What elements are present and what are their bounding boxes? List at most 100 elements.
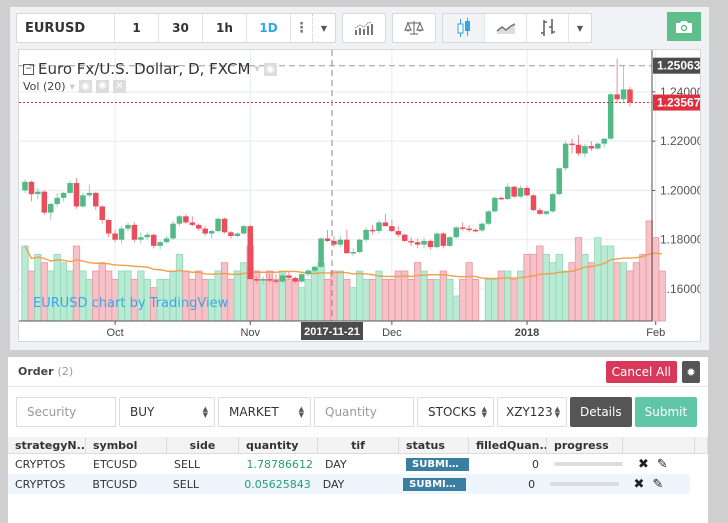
volume-bar [529,253,538,322]
candle-down [189,222,196,225]
volume-bar [510,278,518,322]
cancel-order-x-icon[interactable]: ✖ [634,477,645,492]
volume-bar [542,253,550,322]
volume-bar [413,262,422,322]
candle-up [311,266,318,271]
candle-down [614,94,620,100]
volume-bar [562,270,570,322]
volume-bar [465,262,473,322]
candle-up [485,211,492,224]
cancel-all-button[interactable]: Cancel All [605,361,677,383]
crosshair-date-label: 2017-11-21 [304,326,360,338]
security-input[interactable]: Security [16,397,116,427]
compare-button[interactable] [393,14,435,42]
indicators-button[interactable] [343,14,385,42]
edit-pencil-icon[interactable]: ✎ [652,477,663,492]
high-price-label: 1.25063 [657,59,700,73]
cell-strategy: CRYPTOS [15,477,66,491]
select-arrows-icon: ▲ ▼ [202,405,208,419]
candle-up [260,279,266,281]
candle-up [176,216,183,224]
collapse-legend-icon[interactable]: − [23,63,34,75]
bars-icon [540,19,555,36]
table-row[interactable]: CRYPTOS BTCUSD SELL 0.05625843 DAY SUBMI… [8,474,690,494]
candle-down [286,275,292,278]
candle-up [47,203,54,213]
candle-up [208,231,215,234]
area-chart-button[interactable] [485,14,527,42]
cell-filled-quantity: 0 [532,457,539,471]
cell-status: SUBMITTE... [399,454,469,474]
edit-pencil-icon[interactable]: ✎ [657,457,668,472]
column-header-symbol[interactable]: symbol [86,437,167,453]
asset-class-select[interactable]: STOCKS ▲ ▼ [417,397,494,427]
order-settings-button[interactable]: ✹ [682,361,700,383]
cancel-order-x-icon[interactable]: ✖ [638,457,649,472]
details-button[interactable]: Details [570,397,632,427]
volume-bar [53,253,61,322]
candle-down [401,234,408,241]
candle-down [575,144,582,154]
volume-bar [574,237,583,322]
candle-down [93,192,99,207]
column-header-quantity[interactable]: quantity [239,437,318,453]
caret-down-icon[interactable]: ▼ [254,65,259,73]
volume-bar [549,262,557,322]
volume-bar [600,245,608,322]
cell-actions: ✖ ✎ [623,454,695,474]
x-tick-label: Feb [646,327,665,339]
select-arrows-icon: ▲ ▼ [554,405,560,419]
volume-bar [336,270,344,322]
eye-icon[interactable]: ◉ [263,62,277,76]
column-header-side[interactable]: side [167,437,239,453]
column-header-strategy[interactable]: strategyN... [8,437,86,453]
side-select[interactable]: BUY ▲ ▼ [119,397,215,427]
chart-type-dropdown-button[interactable]: ▼ [569,14,591,42]
asset-class-value: STOCKS [428,405,477,419]
candle-up [595,143,601,149]
candle-up [118,228,125,240]
resolution-1-button[interactable]: 1 [115,14,159,42]
cell-symbol: ETCUSD [93,457,138,471]
account-select[interactable]: XZY123 ▲ ▼ [497,397,567,427]
column-header-filled-quantity[interactable]: filledQuan... [469,437,547,453]
candle-up [60,192,67,198]
screenshot-button[interactable] [667,12,701,41]
symbol-search-button[interactable]: EURUSD [17,14,115,42]
table-row[interactable]: CRYPTOS ETCUSD SELL 1.78786612 DAY SUBMI… [8,454,708,474]
more-resolutions-button[interactable]: ⋮ [291,14,313,42]
resolution-30-button[interactable]: 30 [159,14,203,42]
submit-button[interactable]: Submit [634,397,698,427]
resolution-1h-button[interactable]: 1h [203,14,247,42]
volume-bar [368,278,377,322]
volume-bar [652,237,660,322]
volume-bar [613,262,621,322]
resolution-dropdown-button[interactable]: ▼ [313,14,335,42]
candle-up [86,192,93,196]
gear-icon[interactable]: ✱ [95,80,109,93]
candle-up [543,211,550,214]
chart-canvas[interactable]: 1.16000 1.18000 1.20000 1.22000 1.24000 Oct No… [18,49,701,342]
candle-up [517,187,524,197]
candle-down [627,89,633,103]
candle-up [279,275,286,282]
cell-quantity: 1.78786612 [246,457,313,471]
volume-bar [304,278,312,322]
candles-chart-button[interactable] [443,14,485,42]
column-header-status[interactable]: status [399,437,469,453]
resolution-1d-button[interactable]: 1D [247,14,291,42]
candle-up [305,270,311,275]
candle-up [356,239,363,253]
column-header-tif[interactable]: tif [318,437,399,453]
bars-chart-button[interactable] [527,14,569,42]
column-header-progress[interactable]: progress [547,437,623,453]
chart-watermark[interactable]: EURUSD chart by TradingView [33,296,228,311]
candle-up [434,233,440,248]
quantity-input[interactable]: Quantity [314,397,414,427]
order-type-select[interactable]: MARKET ▲ ▼ [218,397,311,427]
caret-down-icon[interactable]: ▼ [70,83,75,91]
volume-bar [452,295,460,322]
close-icon[interactable]: ✕ [112,80,126,93]
cell-filled-quantity: 0 [528,477,536,491]
eye-icon[interactable]: ◉ [78,80,92,93]
